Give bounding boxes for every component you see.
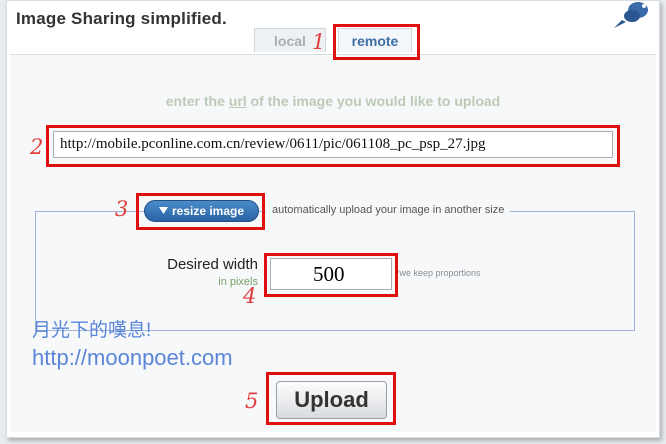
prompt-after: of the image you would like to upload	[246, 93, 501, 109]
proportions-note: *we keep proportions	[396, 268, 481, 278]
app-title: Image Sharing simplified.	[16, 9, 227, 28]
watermark-url: http://moonpoet.com	[32, 345, 233, 370]
annotation-number-5: 5	[245, 389, 259, 413]
resize-description: automatically upload your image in anoth…	[266, 204, 511, 216]
annotation-number-4: 4	[243, 284, 257, 308]
width-unit-label: in pixels	[218, 276, 258, 288]
prompt-url-word: url	[228, 93, 247, 109]
desired-width-label: Desired width	[167, 256, 258, 273]
desired-width-input[interactable]	[270, 258, 392, 290]
upload-button[interactable]: Upload	[276, 381, 387, 419]
watermark-title: 月光下的嘆息!	[32, 320, 152, 341]
annotation-number-3: 3	[115, 197, 129, 221]
tab-remote[interactable]: remote	[338, 28, 412, 52]
resize-image-button[interactable]: resize image	[144, 200, 259, 222]
triangle-down-icon	[158, 207, 168, 214]
annotation-number-2: 2	[30, 135, 44, 159]
url-prompt: enter the url of the image you would lik…	[0, 93, 666, 109]
resize-button-label: resize image	[171, 204, 245, 218]
url-input[interactable]	[53, 131, 613, 158]
bird-logo-icon	[614, 2, 648, 28]
prompt-before: enter the	[165, 93, 229, 109]
annotation-number-1: 1	[312, 30, 326, 54]
